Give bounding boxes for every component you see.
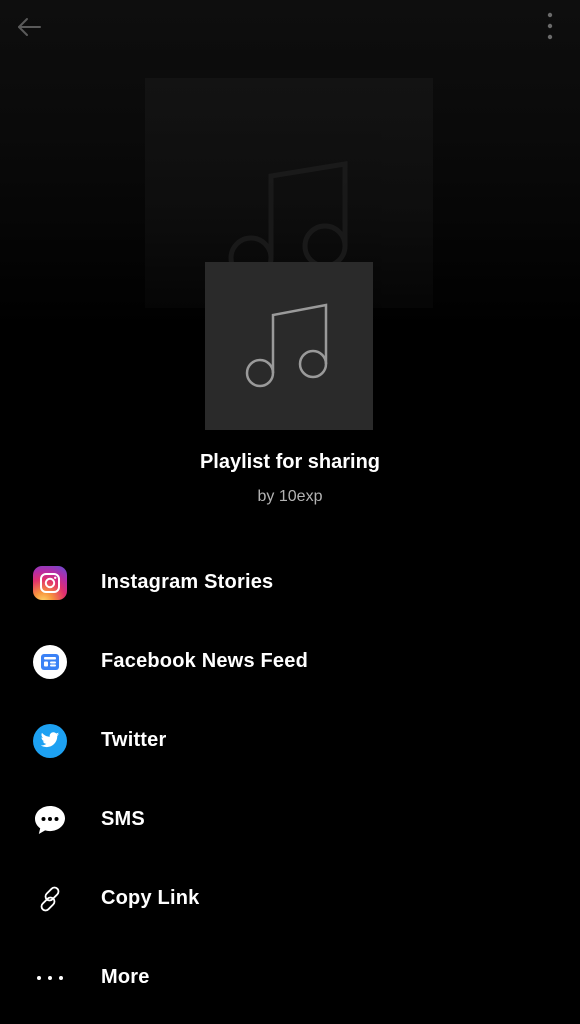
- playlist-title: Playlist for sharing: [199, 451, 381, 473]
- arrow-left-icon: [18, 18, 41, 36]
- share-more[interactable]: More: [0, 938, 580, 1017]
- more-horizontal-icon: [33, 961, 67, 995]
- share-screen: Playlist for sharing by 10exp Instagram …: [0, 0, 580, 1024]
- playlist-cover: [205, 262, 373, 430]
- share-facebook-news-feed[interactable]: Facebook News Feed: [0, 622, 580, 701]
- share-sms[interactable]: SMS: [0, 780, 580, 859]
- facebook-news-feed-icon: [33, 644, 67, 679]
- instagram-icon: [33, 565, 67, 600]
- share-option-label: Instagram Stories: [101, 571, 274, 593]
- share-option-label: Copy Link: [101, 887, 200, 909]
- share-twitter[interactable]: Twitter: [0, 701, 580, 780]
- share-option-label: Facebook News Feed: [101, 650, 308, 672]
- more-options-button[interactable]: [538, 8, 562, 44]
- top-bar: [0, 0, 580, 56]
- share-copy-link[interactable]: Copy Link: [0, 859, 580, 938]
- twitter-icon: [33, 723, 67, 758]
- share-option-label: More: [101, 966, 150, 988]
- playlist-owner: by 10exp: [257, 488, 323, 505]
- music-note-icon: [245, 303, 328, 388]
- sms-bubble-icon: [33, 803, 67, 837]
- share-options-list: Instagram Stories Facebook News Feed Twi…: [0, 543, 580, 1017]
- share-instagram-stories[interactable]: Instagram Stories: [0, 543, 580, 622]
- share-option-label: SMS: [101, 808, 145, 830]
- share-option-label: Twitter: [101, 729, 167, 751]
- more-vertical-icon: [547, 12, 553, 40]
- link-icon: [33, 882, 67, 916]
- back-button[interactable]: [12, 10, 46, 44]
